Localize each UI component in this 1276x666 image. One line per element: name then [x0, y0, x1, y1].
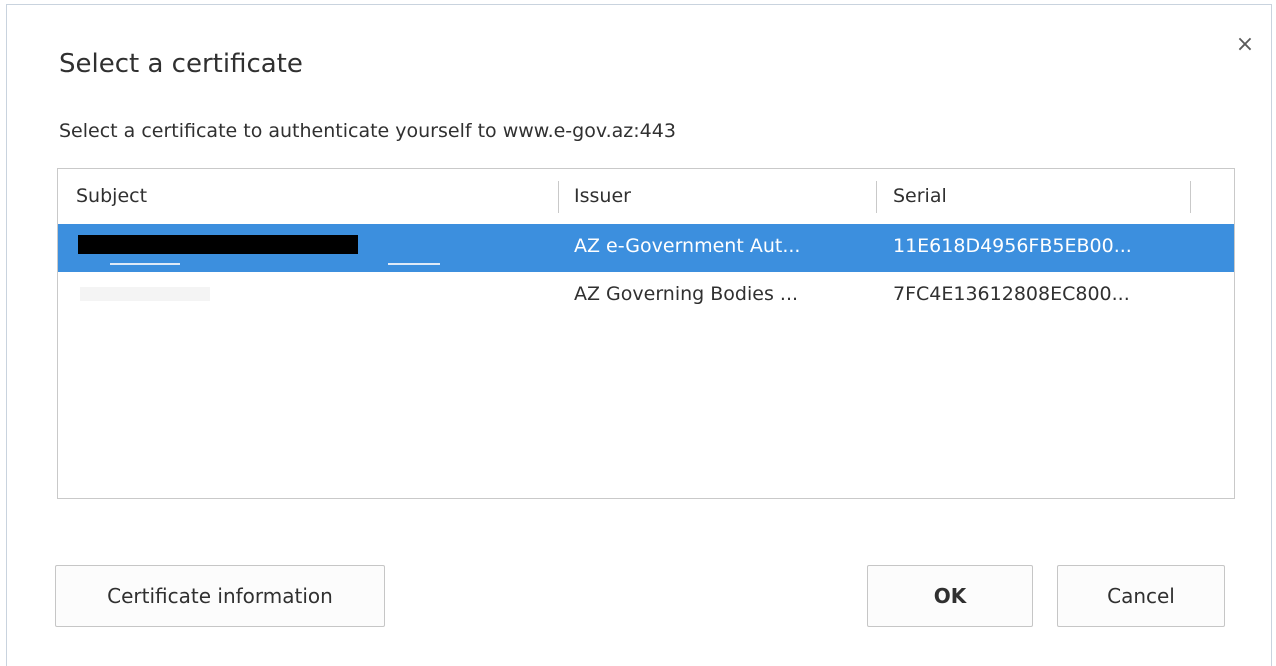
redacted-subject: [78, 235, 358, 254]
certificate-dialog: × Select a certificate Select a certific…: [6, 4, 1272, 666]
dialog-subtitle: Select a certificate to authenticate you…: [59, 120, 676, 142]
serial-cell: 11E618D4956FB5EB00...: [893, 235, 1132, 257]
redaction-artifact: [388, 263, 440, 265]
close-icon[interactable]: ×: [1233, 33, 1257, 57]
column-header-subject[interactable]: Subject: [76, 169, 556, 224]
redacted-subject: [80, 287, 210, 301]
column-divider[interactable]: [558, 181, 559, 213]
column-header-serial[interactable]: Serial: [893, 169, 1188, 224]
table-header: Subject Issuer Serial: [58, 169, 1234, 224]
cancel-button[interactable]: Cancel: [1057, 565, 1225, 627]
ok-button[interactable]: OK: [867, 565, 1033, 627]
issuer-cell: AZ Governing Bodies ...: [574, 283, 799, 305]
certificate-table: Subject Issuer Serial AZ e-Government Au…: [57, 168, 1235, 499]
certificate-information-button[interactable]: Certificate information: [55, 565, 385, 627]
issuer-cell: AZ e-Government Aut...: [574, 235, 801, 257]
column-divider[interactable]: [876, 181, 877, 213]
redaction-artifact: [110, 263, 180, 265]
column-divider[interactable]: [1190, 181, 1191, 213]
serial-cell: 7FC4E13612808EC800...: [893, 283, 1130, 305]
table-row[interactable]: AZ Governing Bodies ... 7FC4E13612808EC8…: [58, 272, 1234, 320]
table-row[interactable]: AZ e-Government Aut... 11E618D4956FB5EB0…: [58, 224, 1234, 272]
dialog-title: Select a certificate: [59, 49, 303, 79]
column-header-issuer[interactable]: Issuer: [574, 169, 874, 224]
